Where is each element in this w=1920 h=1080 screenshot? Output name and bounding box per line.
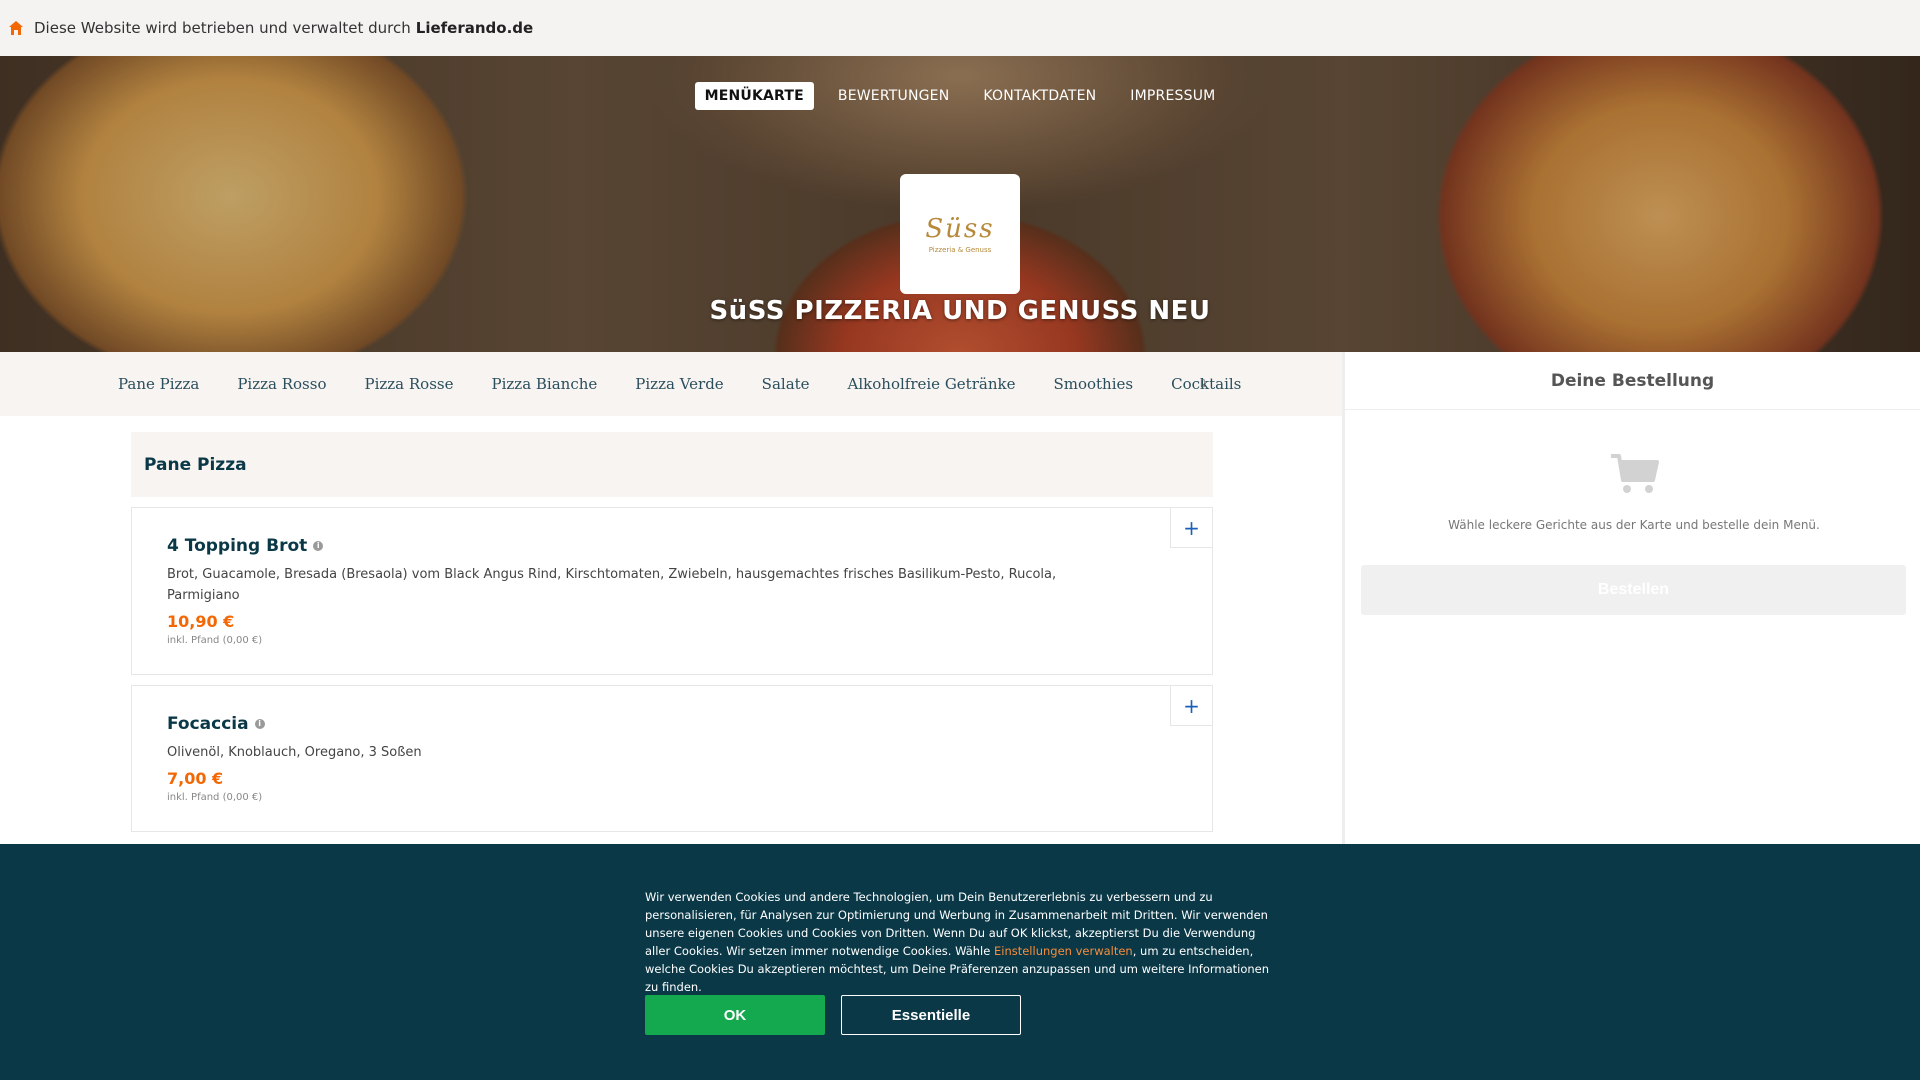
category-cocktails[interactable]: Cocktails bbox=[1171, 375, 1241, 393]
nav-menukarte[interactable]: MENÜKARTE bbox=[694, 82, 814, 110]
category-salate[interactable]: Salate bbox=[762, 375, 810, 393]
dish-card[interactable]: 4 Topping Brot i Brot, Guacamole, Bresad… bbox=[131, 507, 1213, 675]
dish-name: 4 Topping Brot bbox=[167, 536, 308, 556]
dish-description: Olivenöl, Knoblauch, Oregano, 3 Soßen bbox=[167, 745, 422, 760]
cookie-ok-button[interactable]: OK bbox=[645, 995, 825, 1035]
logo-script: Süss bbox=[925, 214, 995, 244]
order-title: Deine Bestellung bbox=[1345, 352, 1920, 410]
cookie-text: Wir verwenden Cookies und andere Technol… bbox=[645, 888, 1275, 996]
category-alkoholfreie-getraenke[interactable]: Alkoholfreie Getränke bbox=[848, 375, 1016, 393]
category-pizza-bianche[interactable]: Pizza Bianche bbox=[492, 375, 598, 393]
dish-name-row: Focaccia i bbox=[167, 714, 1178, 734]
logo-subtitle: Pizzeria & Genuss bbox=[928, 246, 992, 254]
operator-text: Diese Website wird betrieben und verwalt… bbox=[34, 19, 411, 37]
category-smoothies[interactable]: Smoothies bbox=[1053, 375, 1133, 393]
chevron-icon[interactable]: ▯ bbox=[1200, 378, 1206, 389]
dish-price: 10,90 € bbox=[167, 612, 235, 631]
home-icon bbox=[9, 21, 23, 35]
main-nav: MENÜKARTE BEWERTUNGEN KONTAKTDATEN IMPRE… bbox=[0, 82, 1920, 110]
dish-name: Focaccia bbox=[167, 714, 249, 734]
cookie-essential-button[interactable]: Essentielle bbox=[841, 995, 1021, 1035]
category-pizza-rosse[interactable]: Pizza Rosse bbox=[364, 375, 453, 393]
cookie-settings-link[interactable]: Einstellungen verwalten bbox=[994, 944, 1133, 958]
category-pane-pizza[interactable]: Pane Pizza bbox=[118, 375, 199, 393]
order-button[interactable]: Bestellen bbox=[1361, 565, 1906, 615]
empty-cart-text: Wähle leckere Gerichte aus der Karte und… bbox=[1448, 518, 1820, 532]
dish-price: 7,00 € bbox=[167, 769, 224, 788]
dish-name-row: 4 Topping Brot i bbox=[167, 536, 1178, 556]
restaurant-logo: Süss Pizzeria & Genuss bbox=[900, 174, 1020, 294]
operator-bar: Diese Website wird betrieben und verwalt… bbox=[0, 0, 1920, 56]
hero-banner: MENÜKARTE BEWERTUNGEN KONTAKTDATEN IMPRE… bbox=[0, 56, 1920, 352]
dish-pfand: inkl. Pfand (0,00 €) bbox=[167, 635, 263, 646]
dish-card[interactable]: Focaccia i Olivenöl, Knoblauch, Oregano,… bbox=[131, 685, 1213, 832]
add-to-cart-button[interactable]: + bbox=[1170, 686, 1212, 726]
dish-description: Brot, Guacamole, Bresada (Bresaola) vom … bbox=[167, 567, 1057, 603]
dish-pfand: inkl. Pfand (0,00 €) bbox=[167, 792, 263, 803]
add-to-cart-button[interactable]: + bbox=[1170, 508, 1212, 548]
menu-list: Pane Pizza 4 Topping Brot i Brot, Guacam… bbox=[131, 432, 1213, 832]
category-pizza-verde[interactable]: Pizza Verde bbox=[635, 375, 723, 393]
cookie-banner: Wir verwenden Cookies und andere Technol… bbox=[0, 844, 1920, 1080]
nav-bewertungen[interactable]: BEWERTUNGEN bbox=[828, 82, 960, 110]
category-bar: Pane Pizza Pizza Rosso Pizza Rosse Pizza… bbox=[0, 352, 1342, 416]
restaurant-name: SüSS PIZZERIA UND GENUSS NEU bbox=[709, 296, 1211, 326]
order-sidebar: Deine Bestellung Wähle leckere Gerichte … bbox=[1342, 352, 1920, 844]
nav-kontaktdaten[interactable]: KONTAKTDATEN bbox=[973, 82, 1106, 110]
info-icon[interactable]: i bbox=[254, 719, 265, 729]
nav-impressum[interactable]: IMPRESSUM bbox=[1120, 82, 1225, 110]
cart-icon bbox=[1611, 454, 1659, 493]
section-title: Pane Pizza bbox=[131, 432, 1213, 497]
operator-brand[interactable]: Lieferando.de bbox=[416, 19, 533, 37]
category-pizza-rosso[interactable]: Pizza Rosso bbox=[237, 375, 326, 393]
info-icon[interactable]: i bbox=[313, 541, 324, 551]
